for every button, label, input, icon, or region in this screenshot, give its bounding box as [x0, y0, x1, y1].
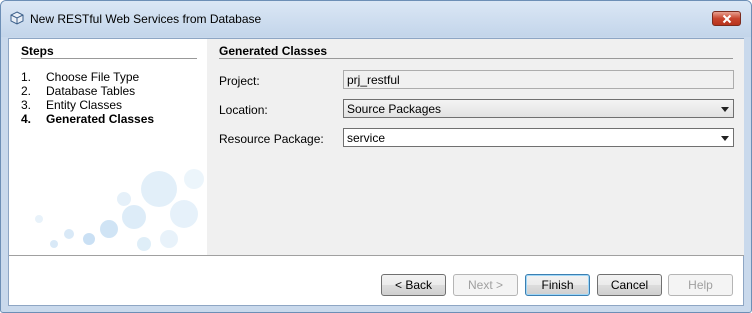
finish-button[interactable]: Finish	[525, 274, 590, 296]
step-label: Database Tables	[46, 84, 136, 98]
steps-heading: Steps	[21, 44, 54, 58]
cube-icon	[10, 11, 24, 25]
location-label: Location:	[219, 103, 268, 117]
location-value: Source Packages	[347, 102, 442, 116]
wizard-body: Steps 1. Choose File Type 2. Database Tabl…	[8, 38, 744, 306]
step-item: 1. Choose File Type	[21, 70, 139, 84]
resource-package-value: service	[347, 131, 386, 145]
step-label: Entity Classes	[46, 98, 123, 112]
close-button[interactable]	[712, 11, 741, 26]
step-number: 2.	[21, 84, 32, 98]
resource-package-combo[interactable]: service	[343, 128, 734, 147]
panel-heading: Generated Classes	[219, 44, 328, 58]
divider	[219, 58, 733, 59]
divider	[21, 58, 197, 59]
resource-package-label: Resource Package:	[219, 132, 324, 146]
chevron-down-icon	[721, 136, 729, 141]
wizard-window: New RESTful Web Services from Database S…	[0, 0, 752, 313]
project-label: Project:	[219, 74, 260, 88]
step-label: Choose File Type	[46, 70, 140, 84]
step-number: 4.	[21, 112, 32, 126]
help-button[interactable]: Help	[668, 274, 733, 296]
generated-classes-panel: Generated Classes Project: prj_restful L…	[207, 39, 744, 255]
close-icon	[722, 14, 732, 24]
back-button[interactable]: < Back	[381, 274, 446, 296]
step-item: 2. Database Tables	[21, 84, 135, 98]
project-value: prj_restful	[347, 73, 400, 87]
chevron-down-icon	[721, 107, 729, 112]
cancel-button[interactable]: Cancel	[597, 274, 662, 296]
window-title: New RESTful Web Services from Database	[30, 12, 262, 26]
step-number: 1.	[21, 70, 32, 84]
title-bar[interactable]: New RESTful Web Services from Database	[1, 1, 751, 37]
step-number: 3.	[21, 98, 32, 112]
location-dropdown[interactable]: Source Packages	[343, 99, 734, 118]
footer-divider	[9, 255, 744, 256]
steps-panel: Steps 1. Choose File Type 2. Database Tabl…	[9, 39, 207, 255]
step-item: 3. Entity Classes	[21, 98, 122, 112]
step-item-current: 4. Generated Classes	[21, 112, 154, 126]
project-field[interactable]: prj_restful	[343, 70, 734, 89]
next-button[interactable]: Next >	[453, 274, 518, 296]
step-label: Generated Classes	[46, 112, 155, 126]
